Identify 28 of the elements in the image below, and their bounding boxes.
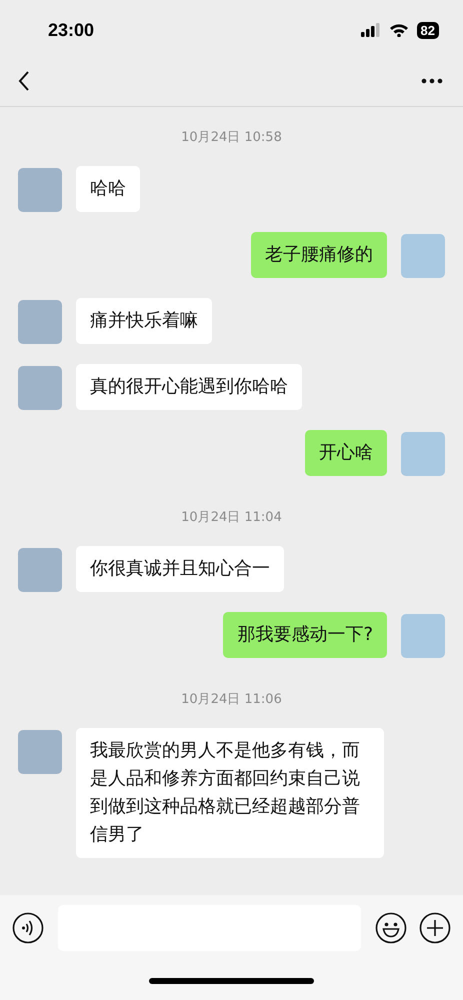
avatar[interactable] <box>18 730 62 774</box>
avatar[interactable] <box>18 548 62 592</box>
message-bubble: 真的很开心能遇到你哈哈 <box>76 364 302 410</box>
message-bubble: 开心啥 <box>305 430 387 476</box>
message-bubble: 老子腰痛修的 <box>251 232 387 278</box>
message-bubble: 你很真诚并且知心合一 <box>76 546 284 592</box>
avatar[interactable] <box>401 614 445 658</box>
battery-indicator: 82 <box>416 22 439 38</box>
message-bubble: 哈哈 <box>76 166 140 212</box>
message-bubble: 那我要感动一下? <box>223 612 387 658</box>
voice-icon[interactable] <box>12 912 44 944</box>
avatar[interactable] <box>18 366 62 410</box>
timestamp: 10月24日 11:06 <box>181 691 282 708</box>
avatar[interactable] <box>401 234 445 278</box>
plus-icon[interactable] <box>419 912 451 944</box>
signal-icon <box>360 23 381 37</box>
avatar[interactable] <box>18 300 62 344</box>
wifi-icon <box>388 23 409 37</box>
message-bubble: 痛并快乐着嘛 <box>76 298 212 344</box>
emoji-icon[interactable] <box>375 912 407 944</box>
status-time: 23:00 <box>48 20 94 40</box>
back-icon[interactable] <box>18 70 30 92</box>
timestamp: 10月24日 10:58 <box>181 129 282 146</box>
avatar[interactable] <box>18 168 62 212</box>
message-bubble: 我最欣赏的男人不是他多有钱，而是人品和修养方面都回约束自己说到做到这种品格就已经超越部分普信男了 <box>76 728 384 858</box>
more-icon[interactable] <box>421 78 443 84</box>
timestamp: 10月24日 11:04 <box>181 509 282 526</box>
avatar[interactable] <box>401 432 445 476</box>
